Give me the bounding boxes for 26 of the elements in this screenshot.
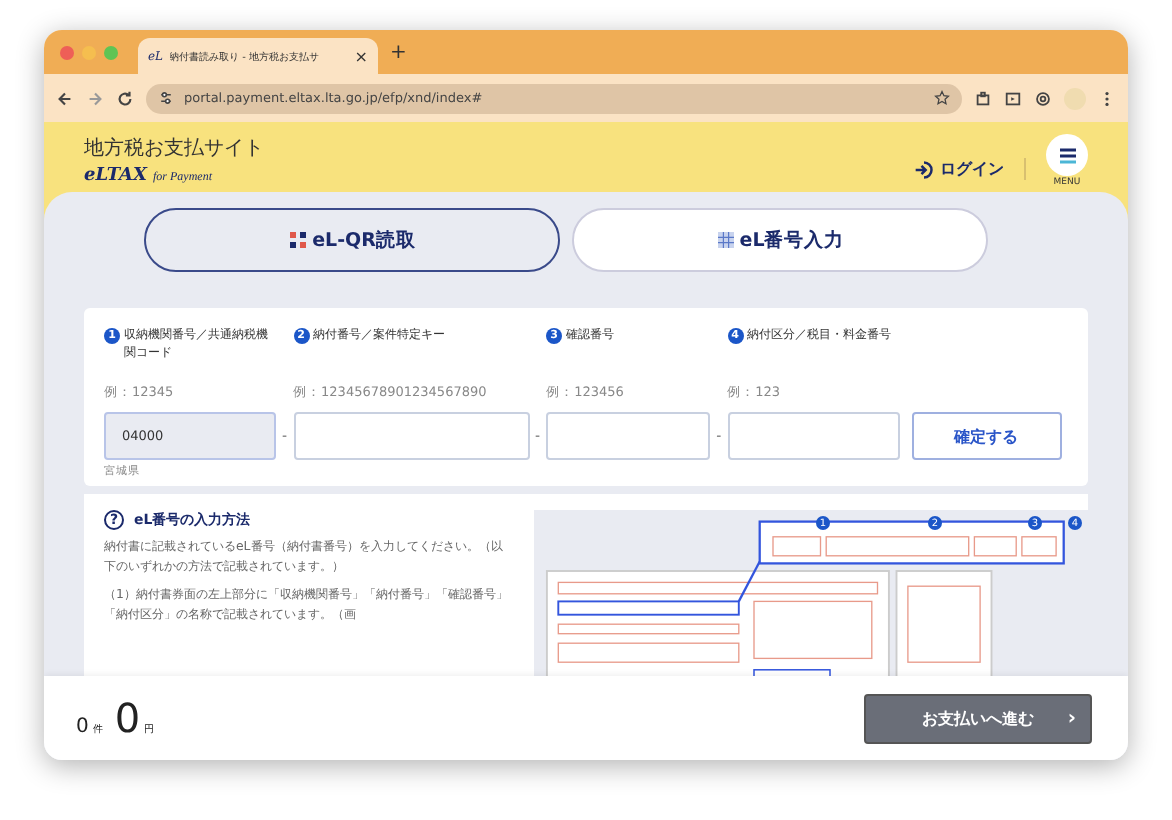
back-icon[interactable] — [56, 89, 74, 107]
sync-icon[interactable] — [1034, 89, 1052, 107]
close-tab-button[interactable]: × — [354, 47, 368, 65]
confirm-button[interactable]: 確定する — [911, 412, 1062, 460]
reload-icon[interactable] — [116, 89, 134, 107]
menu-icon — [1055, 143, 1079, 167]
proceed-button[interactable]: お支払いへ進む › — [864, 693, 1092, 743]
login-link[interactable]: ログイン — [914, 158, 1026, 180]
input-field[interactable] — [727, 412, 900, 460]
item-count: 0 — [76, 716, 89, 738]
site-title: 地方税お支払サイト — [84, 135, 264, 162]
new-tab-button[interactable]: + — [390, 41, 407, 63]
input-field[interactable] — [546, 412, 711, 460]
qr-code-icon — [288, 230, 309, 250]
mode-tab[interactable]: eL-QR読取 — [144, 208, 560, 272]
media-icon[interactable] — [1004, 89, 1022, 107]
input-field[interactable] — [293, 412, 530, 460]
login-icon — [914, 159, 934, 179]
mode-tab[interactable]: eL番号入力 — [572, 208, 988, 272]
grid-icon — [715, 230, 736, 250]
extension-icon[interactable] — [974, 89, 992, 107]
menu-button[interactable] — [1046, 134, 1088, 176]
site-settings-icon[interactable] — [158, 90, 174, 106]
total-amount: 0 — [114, 694, 141, 742]
logo-text: eLTAX — [84, 166, 147, 186]
star-icon[interactable] — [934, 90, 950, 106]
